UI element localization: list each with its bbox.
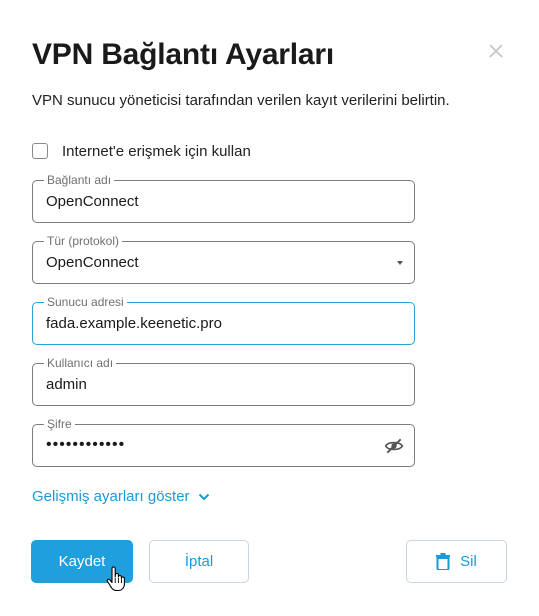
server-address-field[interactable]: Sunucu adresi fada.example.keenetic.pro xyxy=(32,295,415,345)
protocol-label: Tür (protokol) xyxy=(44,234,123,248)
username-value: admin xyxy=(46,376,87,393)
server-address-value: fada.example.keenetic.pro xyxy=(46,315,222,332)
protocol-select[interactable]: Tür (protokol) OpenConnect xyxy=(32,234,415,284)
connection-name-value: OpenConnect xyxy=(46,193,139,210)
delete-button[interactable]: Sil xyxy=(406,540,507,583)
username-label: Kullanıcı adı xyxy=(44,356,117,370)
chevron-down-icon xyxy=(198,493,209,500)
eye-off-icon[interactable] xyxy=(384,436,404,456)
password-value: •••••••••••• xyxy=(46,436,126,453)
cancel-button[interactable]: İptal xyxy=(149,540,249,583)
connection-name-field[interactable]: Bağlantı adı OpenConnect xyxy=(32,173,415,223)
password-label: Şifre xyxy=(44,417,75,431)
cancel-button-label: İptal xyxy=(184,553,214,570)
dialog-subtitle: VPN sunucu yöneticisi tarafından verilen… xyxy=(32,92,450,109)
vpn-settings-dialog: VPN Bağlantı Ayarları VPN sunucu yönetic… xyxy=(0,0,539,616)
internet-access-checkbox-row[interactable]: Internet'e erişmek için kullan xyxy=(32,141,251,161)
advanced-settings-label: Gelişmiş ayarları göster xyxy=(32,488,190,505)
password-field[interactable]: Şifre •••••••••••• xyxy=(32,417,415,467)
delete-button-label: Sil xyxy=(460,553,477,570)
close-icon[interactable] xyxy=(486,41,506,61)
internet-access-checkbox[interactable] xyxy=(32,143,48,159)
server-address-label: Sunucu adresi xyxy=(44,295,127,309)
connection-name-label: Bağlantı adı xyxy=(44,173,115,187)
internet-access-label: Internet'e erişmek için kullan xyxy=(62,142,251,160)
dropdown-arrow-icon[interactable] xyxy=(397,261,403,265)
protocol-value: OpenConnect xyxy=(46,254,139,271)
show-advanced-settings-link[interactable]: Gelişmiş ayarları göster xyxy=(32,488,210,505)
save-button[interactable]: Kaydet xyxy=(31,540,133,583)
username-field[interactable]: Kullanıcı adı admin xyxy=(32,356,415,406)
trash-icon xyxy=(436,553,451,570)
save-button-label: Kaydet xyxy=(58,553,106,570)
dialog-title: VPN Bağlantı Ayarları xyxy=(32,38,335,71)
